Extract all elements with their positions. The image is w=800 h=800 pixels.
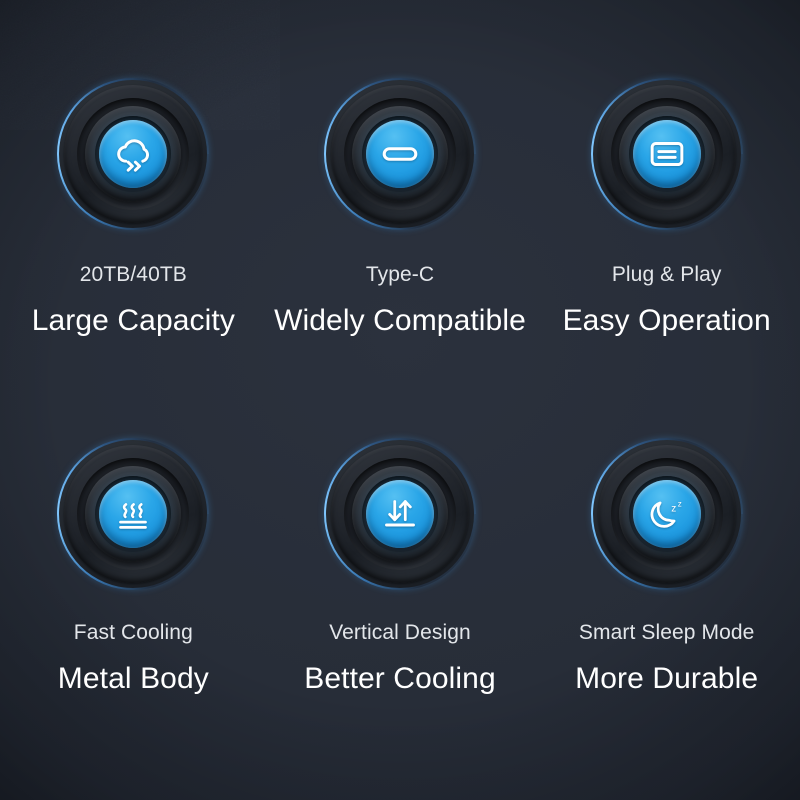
knob-blue-cap <box>99 480 168 548</box>
feature-title: Easy Operation <box>562 304 771 337</box>
feature-title: Large Capacity <box>31 304 235 337</box>
feature-subtitle: Smart Sleep Mode <box>578 621 755 644</box>
feature-subtitle: 20TB/40TB <box>79 263 187 286</box>
feature-icon-knob[interactable] <box>57 78 210 236</box>
knob-blue-cap <box>632 120 701 188</box>
feature-title: Widely Compatible <box>274 304 526 337</box>
feature-icon-knob[interactable] <box>590 78 743 236</box>
knob-blue-cap <box>365 480 434 548</box>
feature-subtitle: Type-C <box>365 263 435 286</box>
feature-subtitle: Fast Cooling <box>73 621 193 644</box>
svg-text:z: z <box>677 500 681 509</box>
feature-panel: 20TB/40TB Large Capacity Type-C Widely C… <box>0 0 800 800</box>
feature-title: Metal Body <box>57 662 209 695</box>
feature-title: Better Cooling <box>304 662 496 695</box>
feature-subtitle: Plug & Play <box>611 263 722 286</box>
feature-icon-knob[interactable] <box>323 78 476 236</box>
feature-title: More Durable <box>575 662 759 695</box>
svg-text:z: z <box>671 504 676 515</box>
feature-icon-knob[interactable] <box>323 438 476 596</box>
feature-icon-knob[interactable] <box>57 438 210 596</box>
feature-item-metal-body[interactable]: Fast Cooling Metal Body <box>0 400 267 800</box>
usb-type-c-icon <box>382 147 418 161</box>
feature-item-large-capacity[interactable]: 20TB/40TB Large Capacity <box>0 0 267 400</box>
vertical-airflow-arrows-icon <box>385 500 415 527</box>
moon-sleep-icon: z z <box>650 500 681 528</box>
knob-blue-cap <box>99 120 168 188</box>
feature-item-easy-operation[interactable]: Plug & Play Easy Operation <box>533 0 800 400</box>
cloud-transfer-icon <box>117 139 150 172</box>
feature-grid: 20TB/40TB Large Capacity Type-C Widely C… <box>0 0 800 800</box>
feature-item-better-cooling[interactable]: Vertical Design Better Cooling <box>267 400 534 800</box>
knob-blue-cap: z z <box>632 480 701 548</box>
knob-blue-cap <box>365 120 434 188</box>
plug-and-play-card-icon <box>650 141 683 167</box>
feature-item-widely-compatible[interactable]: Type-C Widely Compatible <box>267 0 534 400</box>
feature-subtitle: Vertical Design <box>329 621 471 644</box>
heat-dissipation-icon <box>119 503 148 529</box>
feature-item-more-durable[interactable]: z z Smart Sleep Mode More Durable <box>533 400 800 800</box>
feature-icon-knob[interactable]: z z <box>590 438 743 596</box>
